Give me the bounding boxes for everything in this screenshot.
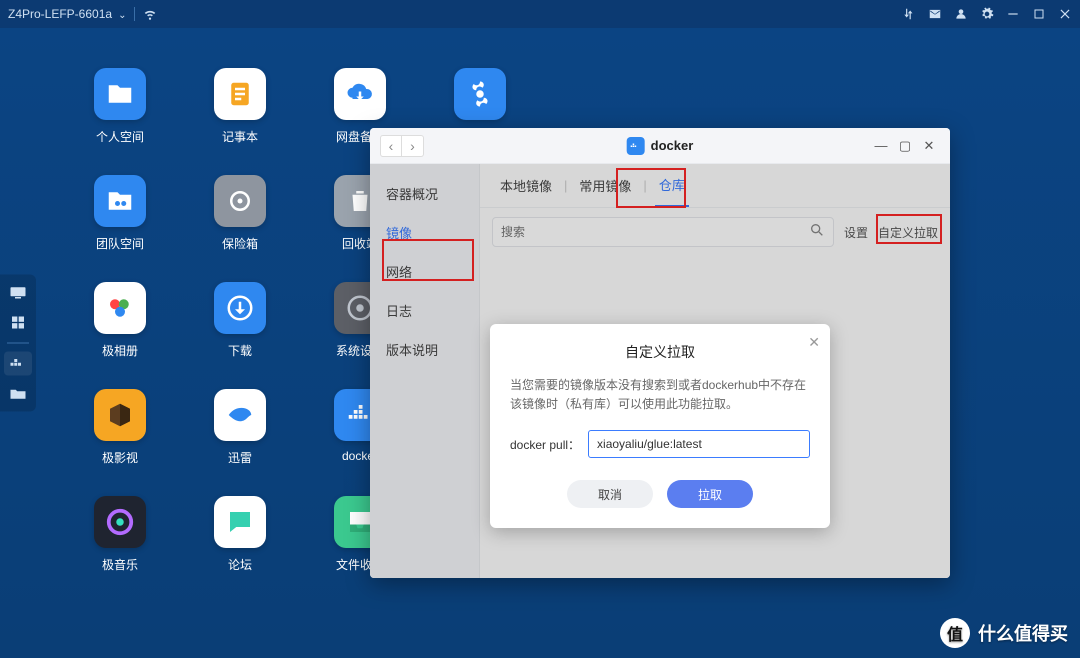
desktop-app[interactable]: 极相册 (70, 282, 170, 359)
desktop-app[interactable]: 下载 (190, 282, 290, 359)
app-label: 团队空间 (96, 235, 144, 252)
app-icon (214, 496, 266, 548)
dock-item-docker[interactable] (4, 352, 32, 376)
app-icon (214, 389, 266, 441)
window-close-button[interactable]: ✕ (918, 135, 940, 157)
modal-description: 当您需要的镜像版本没有搜索到或者dockerhub中不存在该镜像时（私有库）可以… (510, 376, 810, 414)
window-titlebar: ‹ › docker — ▢ ✕ (370, 128, 950, 164)
app-icon (94, 282, 146, 334)
modal-cancel-button[interactable]: 取消 (567, 480, 653, 508)
gear-icon[interactable] (980, 7, 994, 21)
watermark-badge-icon: 值 (940, 618, 970, 648)
desktop-app[interactable]: 极影视 (70, 389, 170, 466)
left-dock (0, 275, 36, 412)
mail-icon[interactable] (928, 7, 942, 21)
app-label: 论坛 (228, 556, 252, 573)
modal-title: 自定义拉取 (510, 342, 810, 362)
window-maximize-button[interactable]: ▢ (894, 135, 916, 157)
app-icon (334, 68, 386, 120)
app-icon (214, 175, 266, 227)
app-label: 极音乐 (102, 556, 138, 573)
app-label: 极影视 (102, 449, 138, 466)
watermark: 值 什么值得买 (940, 618, 1068, 648)
dock-item-folder[interactable] (4, 382, 32, 406)
app-label: 迅雷 (228, 449, 252, 466)
app-label: 极相册 (102, 342, 138, 359)
desktop: 个人空间记事本网盘备份团队空间保险箱回收站极相册下载系统设置极影视迅雷docke… (0, 28, 1080, 658)
desktop-app[interactable]: 极音乐 (70, 496, 170, 573)
divider (134, 7, 135, 21)
nav-forward-button[interactable]: › (402, 135, 424, 157)
transfer-icon[interactable] (902, 7, 916, 21)
custom-pull-modal: ✕ 自定义拉取 当您需要的镜像版本没有搜索到或者dockerhub中不存在该镜像… (490, 324, 830, 528)
watermark-text: 什么值得买 (978, 620, 1068, 646)
app-label: 保险箱 (222, 235, 258, 252)
wifi-icon[interactable] (143, 7, 157, 21)
desktop-app[interactable]: 个人空间 (70, 68, 170, 145)
window-title-text: docker (651, 138, 694, 153)
app-icon (454, 68, 506, 120)
dock-item-1[interactable] (4, 281, 32, 305)
app-icon (94, 68, 146, 120)
window-minimize-button[interactable]: — (870, 135, 892, 157)
device-name-dropdown[interactable]: Z4Pro-LEFP-6601a (8, 7, 126, 21)
modal-ok-button[interactable]: 拉取 (667, 480, 753, 508)
window-title: docker (627, 137, 694, 155)
minimize-icon[interactable] (1006, 7, 1020, 21)
maximize-icon[interactable] (1032, 7, 1046, 21)
app-icon (94, 496, 146, 548)
docker-window: ‹ › docker — ▢ ✕ 容器概况 镜像 网络 日志 版本说明 (370, 128, 950, 578)
app-label: 记事本 (222, 128, 258, 145)
desktop-app[interactable]: 保险箱 (190, 175, 290, 252)
desktop-app[interactable]: 记事本 (190, 68, 290, 145)
app-icon (214, 68, 266, 120)
app-icon (94, 175, 146, 227)
chevron-down-icon (116, 7, 126, 21)
app-icon (94, 389, 146, 441)
nav-back-button[interactable]: ‹ (380, 135, 402, 157)
desktop-app[interactable]: 团队空间 (70, 175, 170, 252)
app-label: 下载 (228, 342, 252, 359)
app-label: 个人空间 (96, 128, 144, 145)
close-icon[interactable] (1058, 7, 1072, 21)
device-name: Z4Pro-LEFP-6601a (8, 7, 112, 21)
desktop-app[interactable]: 论坛 (190, 496, 290, 573)
desktop-app[interactable]: 迅雷 (190, 389, 290, 466)
dock-item-2[interactable] (4, 311, 32, 335)
system-topbar: Z4Pro-LEFP-6601a (0, 0, 1080, 28)
docker-logo-icon (627, 137, 645, 155)
user-icon[interactable] (954, 7, 968, 21)
dock-divider (7, 343, 29, 344)
docker-pull-input[interactable] (588, 430, 810, 458)
docker-pull-label: docker pull： (510, 436, 580, 453)
modal-close-button[interactable]: ✕ (808, 334, 820, 351)
app-icon (214, 282, 266, 334)
